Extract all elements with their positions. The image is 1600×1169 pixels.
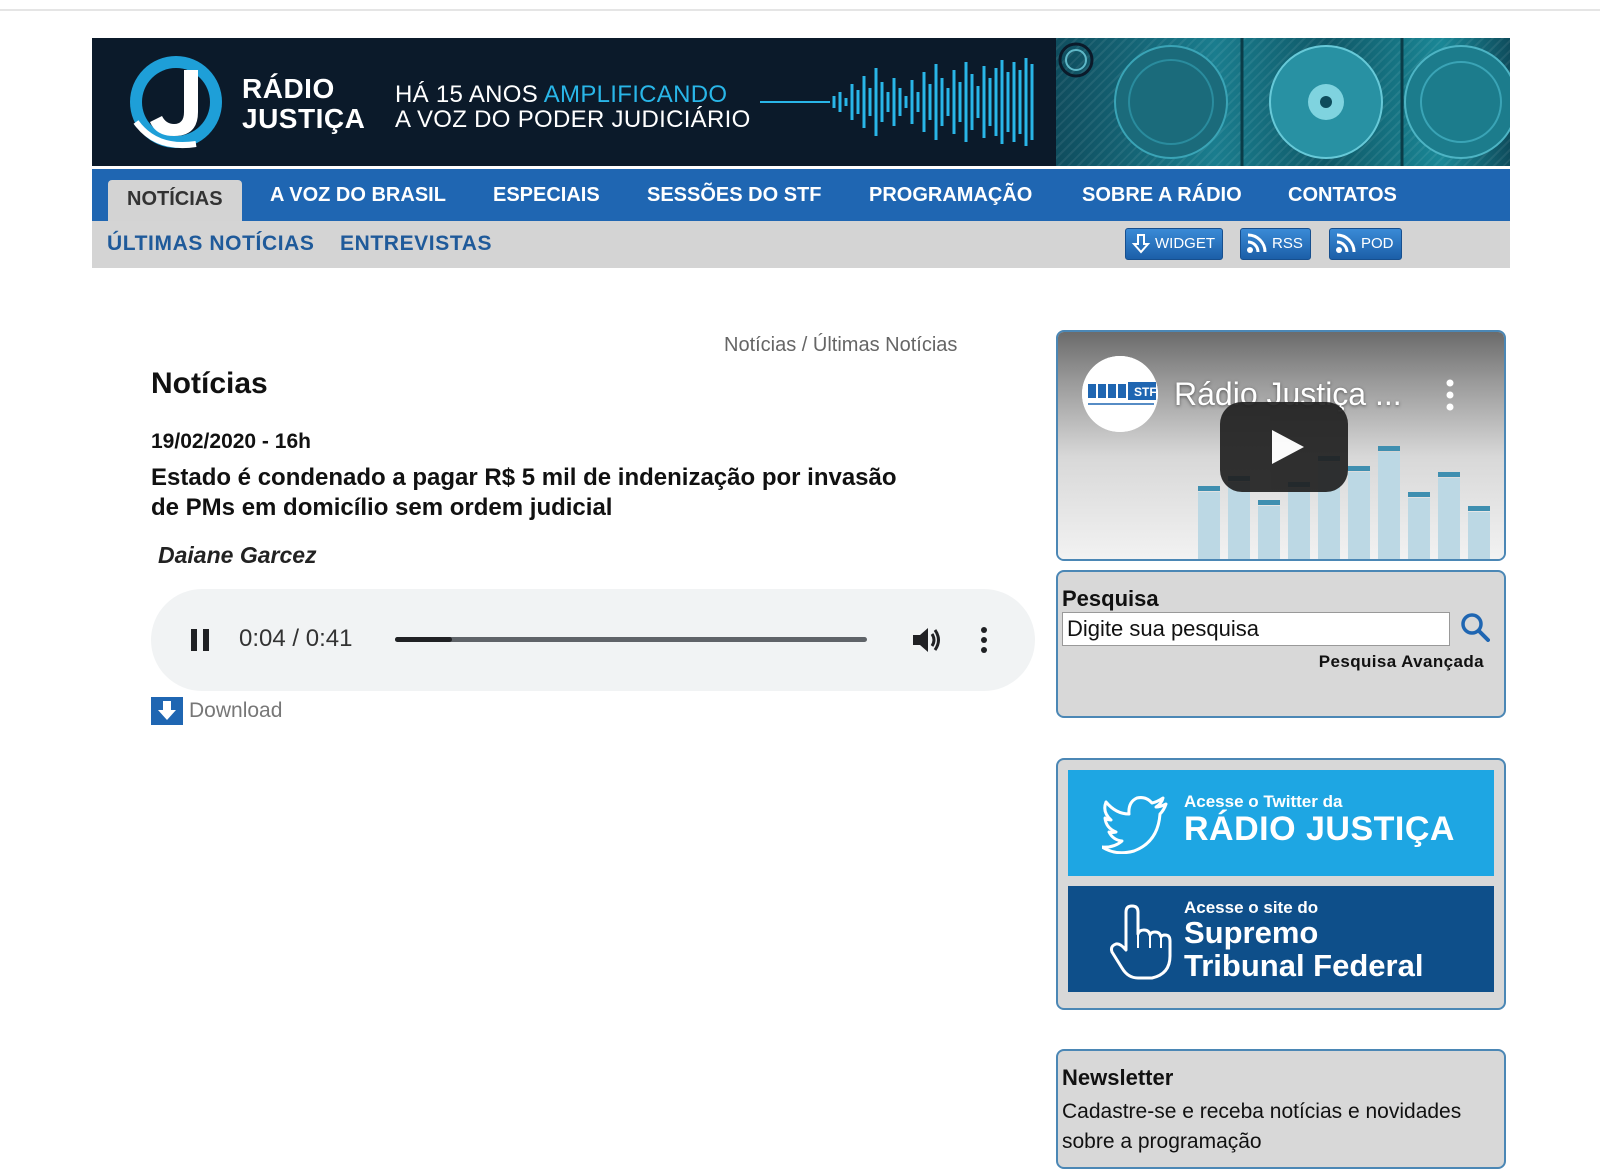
breadcrumb: Notícias / Últimas Notícias — [724, 334, 957, 357]
page-title: Notícias — [151, 367, 268, 400]
play-button[interactable] — [1220, 402, 1348, 492]
twitter-bird-icon — [1102, 796, 1168, 854]
audio-time: 0:04 / 0:41 — [239, 625, 353, 652]
channel-avatar[interactable]: STF — [1082, 356, 1158, 432]
audio-player: 0:04 / 0:41 — [151, 589, 1035, 691]
stf-site-banner[interactable]: Acesse o site do Supremo Tribunal Federa… — [1068, 886, 1494, 992]
nav-item-noticias[interactable]: NOTÍCIAS — [108, 180, 242, 221]
search-input[interactable] — [1062, 612, 1450, 646]
download-icon — [151, 697, 183, 725]
twitter-banner-small-text: Acesse o Twitter da — [1184, 792, 1343, 811]
widget-button-label: WIDGET — [1155, 235, 1215, 252]
pod-button-label: POD — [1361, 235, 1394, 252]
rss-button[interactable]: RSS — [1240, 228, 1311, 260]
twitter-radio-justica-banner[interactable]: Acesse o Twitter da RÁDIO JUSTIÇA — [1068, 770, 1494, 876]
nav-item-especiais[interactable]: ESPECIAIS — [493, 169, 600, 221]
pause-icon[interactable] — [187, 627, 213, 653]
twitter-banner-big-text: RÁDIO JUSTIÇA — [1184, 810, 1455, 848]
video-menu-icon[interactable] — [1442, 378, 1458, 412]
audio-progress-track[interactable] — [395, 637, 867, 642]
download-label: Download — [189, 699, 283, 722]
search-panel: Pesquisa Pesquisa Avançada — [1056, 570, 1506, 718]
breadcrumb-ultimas-noticias[interactable]: Últimas Notícias — [813, 334, 957, 356]
subnav-item-entrevistas[interactable]: ENTREVISTAS — [340, 221, 492, 268]
nav-item-sessoes-do-stf[interactable]: SESSÕES DO STF — [647, 169, 821, 221]
header-banner: RÁDIO JUSTIÇA HÁ 15 ANOS AMPLIFICANDO A … — [92, 38, 1510, 166]
newsletter-panel: Newsletter Cadastre-se e receba notícias… — [1056, 1049, 1506, 1169]
studio-equipment-icon — [1058, 38, 1510, 166]
news-headline: Estado é condenado a pagar R$ 5 mil de i… — [151, 464, 897, 521]
pointing-hand-icon — [1110, 904, 1172, 980]
play-icon — [1272, 430, 1304, 464]
slogan: HÁ 15 ANOS AMPLIFICANDO A VOZ DO PODER J… — [395, 82, 751, 132]
browser-top-line — [0, 9, 1600, 11]
nav-item-programacao[interactable]: PROGRAMAÇÃO — [869, 169, 1032, 221]
newsletter-title: Newsletter — [1062, 1065, 1174, 1090]
search-icon[interactable] — [1460, 612, 1490, 642]
more-options-icon[interactable] — [974, 625, 994, 655]
sub-nav: ÚLTIMAS NOTÍCIAS ENTREVISTAS WIDGET RSS … — [92, 221, 1510, 268]
download-arrow-icon — [1131, 234, 1151, 254]
news-date: 19/02/2020 - 16h — [151, 430, 311, 453]
audio-progress-fill — [395, 637, 452, 642]
logo-line2: JUSTIÇA — [242, 103, 366, 134]
studio-photo-strip — [1056, 38, 1510, 166]
newsletter-text: Cadastre-se e receba notícias e novidade… — [1062, 1100, 1462, 1153]
promo-links-panel: Acesse o Twitter da RÁDIO JUSTIÇA Acesse… — [1056, 758, 1506, 1010]
stf-banner-line2: Tribunal Federal — [1184, 948, 1424, 983]
logo-line1: RÁDIO — [242, 73, 335, 104]
download-link[interactable]: Download — [151, 697, 282, 725]
pod-button[interactable]: POD — [1329, 228, 1402, 260]
radio-justica-logo-icon[interactable] — [126, 52, 226, 152]
rss-button-label: RSS — [1272, 235, 1303, 252]
subnav-item-ultimas-noticias[interactable]: ÚLTIMAS NOTÍCIAS — [107, 221, 315, 268]
sound-wave-icon — [760, 58, 1034, 146]
nav-item-sobre-a-radio[interactable]: SOBRE A RÁDIO — [1082, 169, 1242, 221]
news-author: Daiane Garcez — [158, 542, 317, 568]
slogan-accent: AMPLIFICANDO — [543, 81, 728, 108]
logo-text: RÁDIO JUSTIÇA — [242, 74, 365, 134]
slogan-line2: A VOZ DO PODER JUDICIÁRIO — [395, 106, 751, 133]
advanced-search-link[interactable]: Pesquisa Avançada — [1319, 652, 1484, 672]
youtube-video-embed[interactable]: STF Rádio Justiça ... — [1056, 330, 1506, 561]
rss-icon — [1247, 233, 1267, 253]
nav-item-a-voz-do-brasil[interactable]: A VOZ DO BRASIL — [270, 169, 446, 221]
channel-badge: STF — [1134, 385, 1157, 399]
search-label: Pesquisa — [1062, 586, 1159, 611]
main-nav: NOTÍCIAS A VOZ DO BRASIL ESPECIAIS SESSÕ… — [92, 169, 1510, 221]
stf-banner-line1: Supremo — [1184, 915, 1319, 950]
widget-button[interactable]: WIDGET — [1125, 228, 1223, 260]
breadcrumb-noticias[interactable]: Notícias — [724, 334, 796, 356]
stf-banner-big-text: Supremo Tribunal Federal — [1184, 916, 1423, 982]
nav-item-contatos[interactable]: CONTATOS — [1288, 169, 1397, 221]
breadcrumb-separator: / — [796, 334, 813, 356]
volume-icon[interactable] — [909, 623, 943, 657]
podcast-icon — [1336, 233, 1356, 253]
slogan-pre: HÁ 15 ANOS — [395, 81, 544, 108]
